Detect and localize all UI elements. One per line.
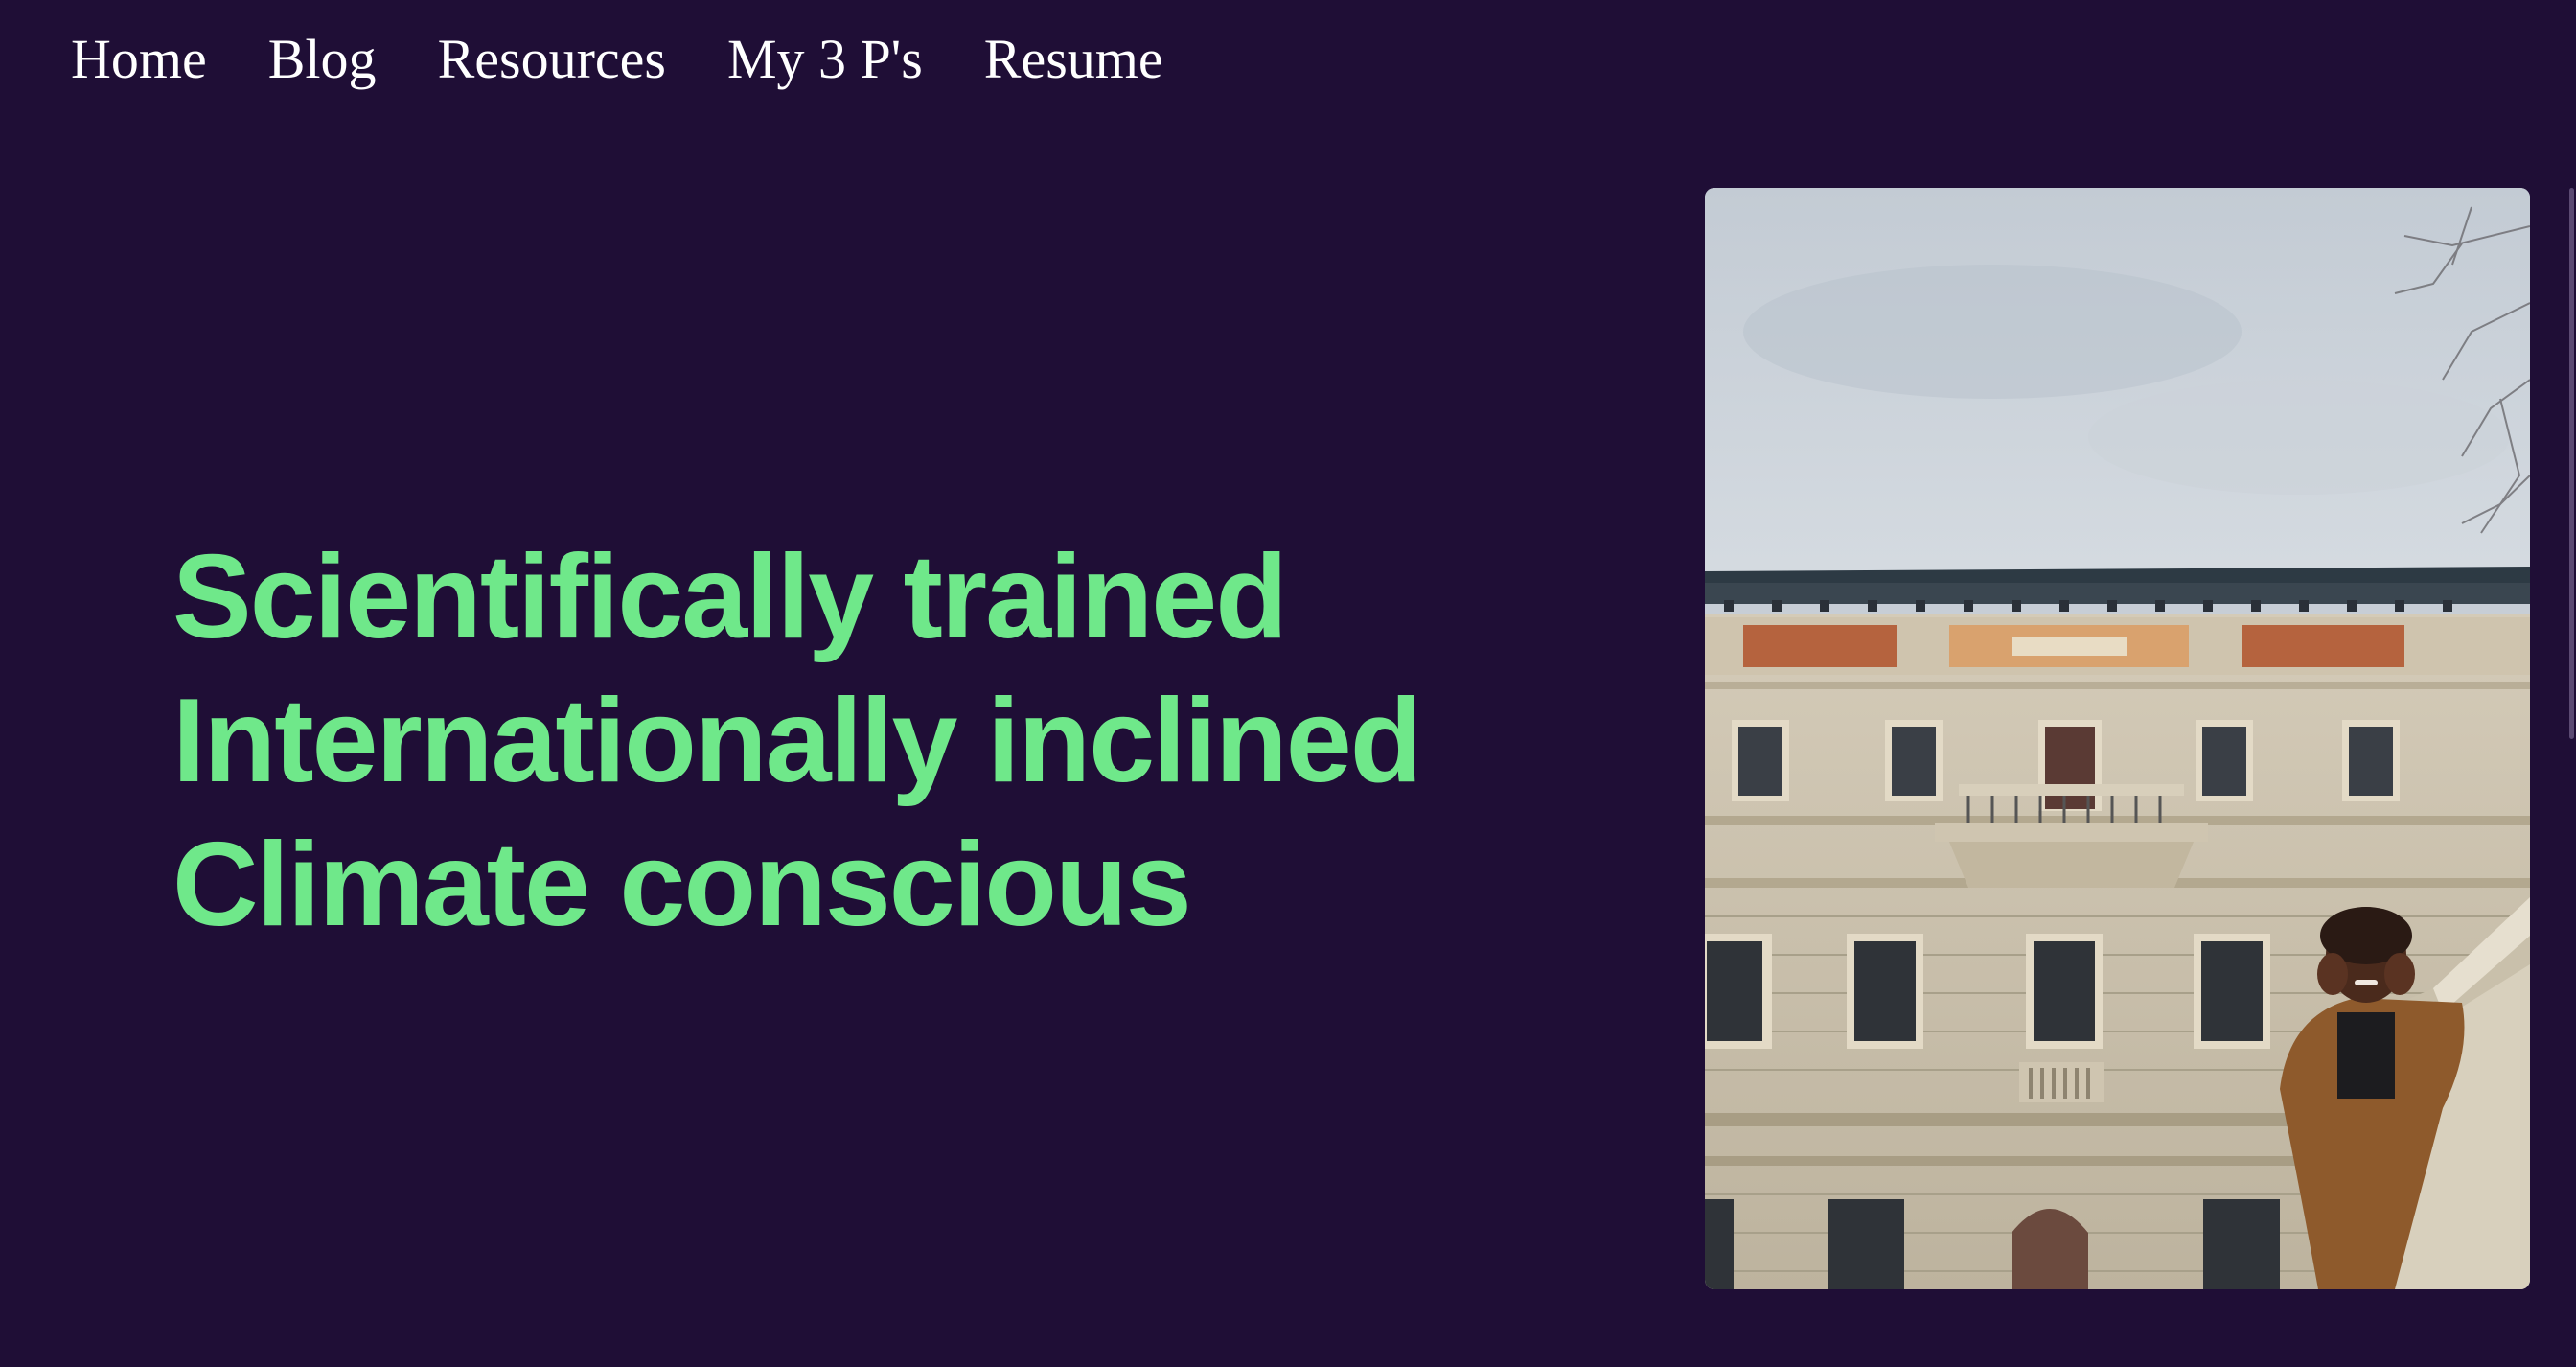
hero-line-scientifically-trained: Scientifically trained: [172, 531, 1288, 663]
photo-building-illustration: [1705, 188, 2530, 1289]
main-nav: Home Blog Resources My 3 P's Resume: [71, 17, 1163, 102]
page-scrollbar[interactable]: [2566, 0, 2576, 1367]
profile-photo: [1705, 188, 2530, 1289]
hero-line-climate-conscious: Climate conscious: [172, 819, 1192, 951]
nav-link-resources[interactable]: Resources: [438, 17, 666, 102]
hero-headline: Scientifically trained Internationally i…: [172, 525, 1422, 957]
nav-link-resume[interactable]: Resume: [984, 17, 1163, 102]
hero-line-internationally-inclined: Internationally inclined: [172, 675, 1422, 807]
nav-link-home[interactable]: Home: [71, 17, 207, 102]
scrollbar-thumb[interactable]: [2569, 188, 2574, 739]
nav-link-blog[interactable]: Blog: [268, 17, 377, 102]
nav-link-my-3-ps[interactable]: My 3 P's: [727, 17, 923, 102]
